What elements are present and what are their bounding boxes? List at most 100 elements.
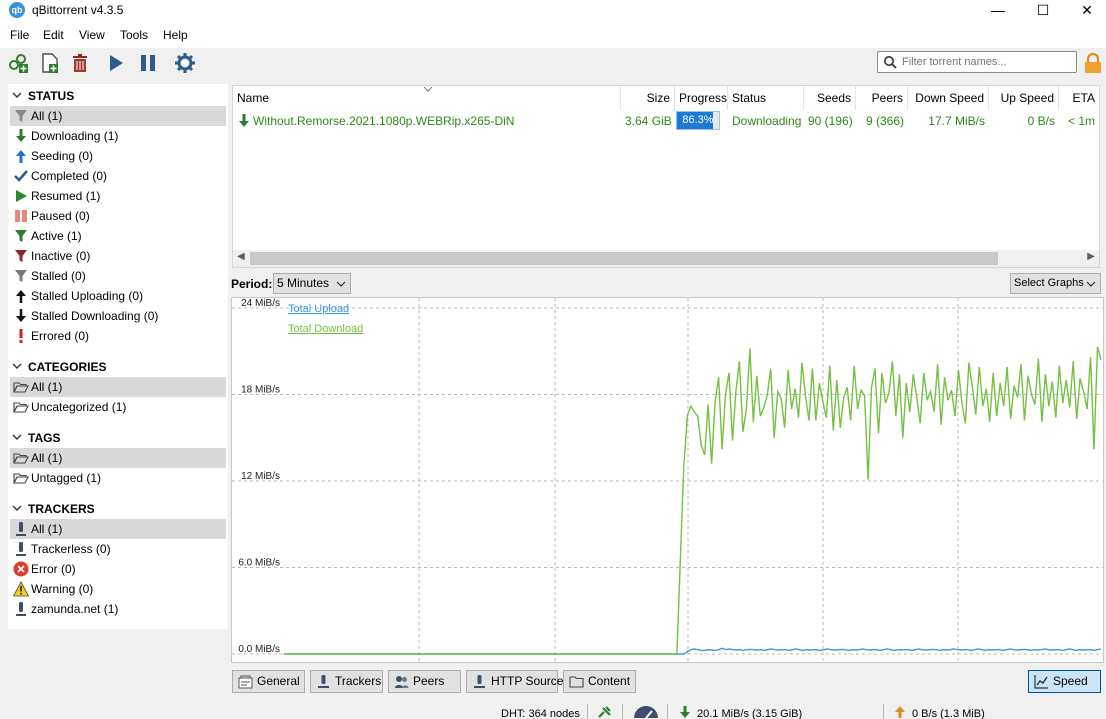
- lock-icon[interactable]: [1083, 52, 1103, 74]
- tab-peers[interactable]: Peers: [388, 670, 461, 693]
- folder-open-icon: [13, 402, 29, 413]
- download-speed-icon: [680, 706, 690, 718]
- column-header-name[interactable]: Name: [233, 86, 621, 110]
- play-icon: [16, 190, 27, 202]
- tracker-icon: [16, 522, 26, 536]
- status-filter-completed[interactable]: Completed (0): [10, 166, 226, 186]
- add-torrent-file-button[interactable]: [38, 51, 62, 75]
- minimize-button[interactable]: —: [975, 0, 1021, 22]
- menu-bar: File Edit View Tools Help: [0, 22, 1106, 48]
- delete-torrent-button[interactable]: [68, 51, 92, 75]
- global-upload-speed: 0 B/s (1.3 MiB): [912, 708, 985, 719]
- status-separator: [587, 704, 588, 719]
- speed-chart-svg: 24 MiB/s 18 MiB/s 12 MiB/s 6.0 MiB/s 0.0 MiB…: [232, 298, 1103, 662]
- chevron-down-icon: [12, 92, 22, 98]
- search-input[interactable]: [902, 54, 1072, 70]
- status-filter-stalled-uploading[interactable]: Stalled Uploading (0): [10, 286, 226, 306]
- tab-general[interactable]: General: [232, 670, 305, 693]
- torrent-eta: < 1m: [1067, 114, 1095, 128]
- status-separator: [667, 704, 668, 719]
- http-sources-icon: [474, 675, 485, 688]
- global-download-speed: 20.1 MiB/s (3.15 GiB): [697, 708, 803, 719]
- torrent-size: 3.64 GiB: [625, 114, 672, 128]
- window-title: qBittorrent v4.3.5: [32, 3, 124, 17]
- select-graphs-dropdown[interactable]: Select Graphs: [1010, 273, 1101, 294]
- tracker-filter-trackerless[interactable]: Trackerless (0): [10, 539, 226, 559]
- status-filter-stalled-downloading[interactable]: Stalled Downloading (0): [10, 306, 226, 326]
- pause-button[interactable]: [136, 51, 160, 75]
- tags-section-header[interactable]: TAGS: [8, 429, 226, 447]
- speed-chart: 24 MiB/s 18 MiB/s 12 MiB/s 6.0 MiB/s 0.0 MiB…: [231, 297, 1104, 663]
- options-button[interactable]: [173, 51, 197, 75]
- categories-section-header[interactable]: CATEGORIES: [8, 358, 226, 376]
- connection-status-icon[interactable]: [597, 705, 613, 719]
- app-icon: qb: [9, 2, 25, 18]
- torrent-seeds: 90 (196): [808, 114, 853, 128]
- scrollbar-thumb[interactable]: [250, 252, 998, 265]
- legend-total-download[interactable]: Total Download: [288, 323, 363, 335]
- tracker-filter-zamunda[interactable]: zamunda.net (1): [10, 599, 226, 619]
- status-filter-active[interactable]: Active (1): [10, 226, 226, 246]
- close-button[interactable]: ✕: [1064, 0, 1106, 22]
- pause-icon: [15, 210, 27, 222]
- tag-filter-untagged[interactable]: Untagged (1): [10, 468, 226, 488]
- upload-speed-icon: [895, 706, 905, 718]
- column-header-seeds[interactable]: Seeds: [804, 86, 856, 110]
- menu-edit[interactable]: Edit: [43, 28, 64, 42]
- status-filter-seeding[interactable]: Seeding (0): [10, 146, 226, 166]
- menu-help[interactable]: Help: [163, 28, 188, 42]
- download-series-line: [284, 346, 1102, 655]
- scroll-left-arrow-icon[interactable]: ◀: [237, 251, 245, 262]
- status-section-header[interactable]: STATUS: [8, 87, 226, 105]
- torrent-down-speed: 17.7 MiB/s: [928, 114, 985, 128]
- torrent-name: Without.Remorse.2021.1080p.WEBRip.x265-D…: [253, 114, 515, 128]
- status-filter-stalled[interactable]: Stalled (0): [10, 266, 226, 286]
- menu-file[interactable]: File: [10, 28, 29, 42]
- menu-view[interactable]: View: [79, 28, 105, 42]
- chevron-down-icon: [12, 434, 22, 440]
- tab-trackers[interactable]: Trackers: [310, 670, 383, 693]
- error-icon: [13, 561, 29, 577]
- tracker-filter-error[interactable]: Error (0): [10, 559, 226, 579]
- resume-button[interactable]: [104, 51, 128, 75]
- status-filter-paused[interactable]: Paused (0): [10, 206, 226, 226]
- peers-icon: [395, 676, 409, 688]
- folder-open-icon: [13, 382, 29, 393]
- search-filter-box[interactable]: [877, 51, 1077, 73]
- tab-speed[interactable]: Speed: [1028, 670, 1101, 693]
- column-header-up-speed[interactable]: Up Speed: [989, 86, 1059, 110]
- torrent-peers: 9 (366): [865, 114, 904, 128]
- column-header-size[interactable]: Size: [621, 86, 675, 110]
- period-select[interactable]: 5 Minutes: [273, 273, 351, 294]
- column-header-down-speed[interactable]: Down Speed: [908, 86, 989, 110]
- tracker-filter-all[interactable]: All (1): [10, 519, 226, 539]
- tab-content[interactable]: Content: [563, 670, 636, 693]
- status-filter-errored[interactable]: Errored (0): [10, 326, 226, 346]
- horizontal-scrollbar[interactable]: ◀ ▶: [233, 250, 1099, 267]
- column-header-eta[interactable]: ETA: [1059, 86, 1099, 110]
- scroll-right-arrow-icon[interactable]: ▶: [1087, 251, 1095, 262]
- category-filter-uncategorized[interactable]: Uncategorized (1): [10, 397, 226, 417]
- status-filter-inactive[interactable]: Inactive (0): [10, 246, 226, 266]
- legend-total-upload[interactable]: Total Upload: [288, 303, 349, 315]
- column-header-peers[interactable]: Peers: [856, 86, 908, 110]
- play-icon: [110, 55, 123, 71]
- status-filter-all[interactable]: All (1): [10, 106, 226, 126]
- status-filter-downloading[interactable]: Downloading (1): [10, 126, 226, 146]
- column-header-status[interactable]: Status: [728, 86, 804, 110]
- menu-tools[interactable]: Tools: [120, 28, 148, 42]
- status-filter-resumed[interactable]: Resumed (1): [10, 186, 226, 206]
- period-label: Period:: [231, 277, 273, 291]
- column-header-progress[interactable]: Progress: [675, 86, 728, 110]
- tab-http-sources[interactable]: HTTP Sources: [466, 670, 569, 693]
- trackers-section-header[interactable]: TRACKERS: [8, 500, 226, 518]
- checkmark-icon: [14, 170, 28, 182]
- title-bar: qb qBittorrent v4.3.5 — ☐ ✕: [0, 0, 1106, 22]
- torrent-status: Downloading: [732, 114, 802, 128]
- tracker-filter-warning[interactable]: Warning (0): [10, 579, 226, 599]
- add-torrent-link-button[interactable]: [6, 51, 30, 75]
- maximize-button[interactable]: ☐: [1020, 0, 1066, 22]
- category-filter-all[interactable]: All (1): [10, 377, 226, 397]
- tag-filter-all[interactable]: All (1): [10, 448, 226, 468]
- speed-limit-icon[interactable]: [632, 704, 660, 719]
